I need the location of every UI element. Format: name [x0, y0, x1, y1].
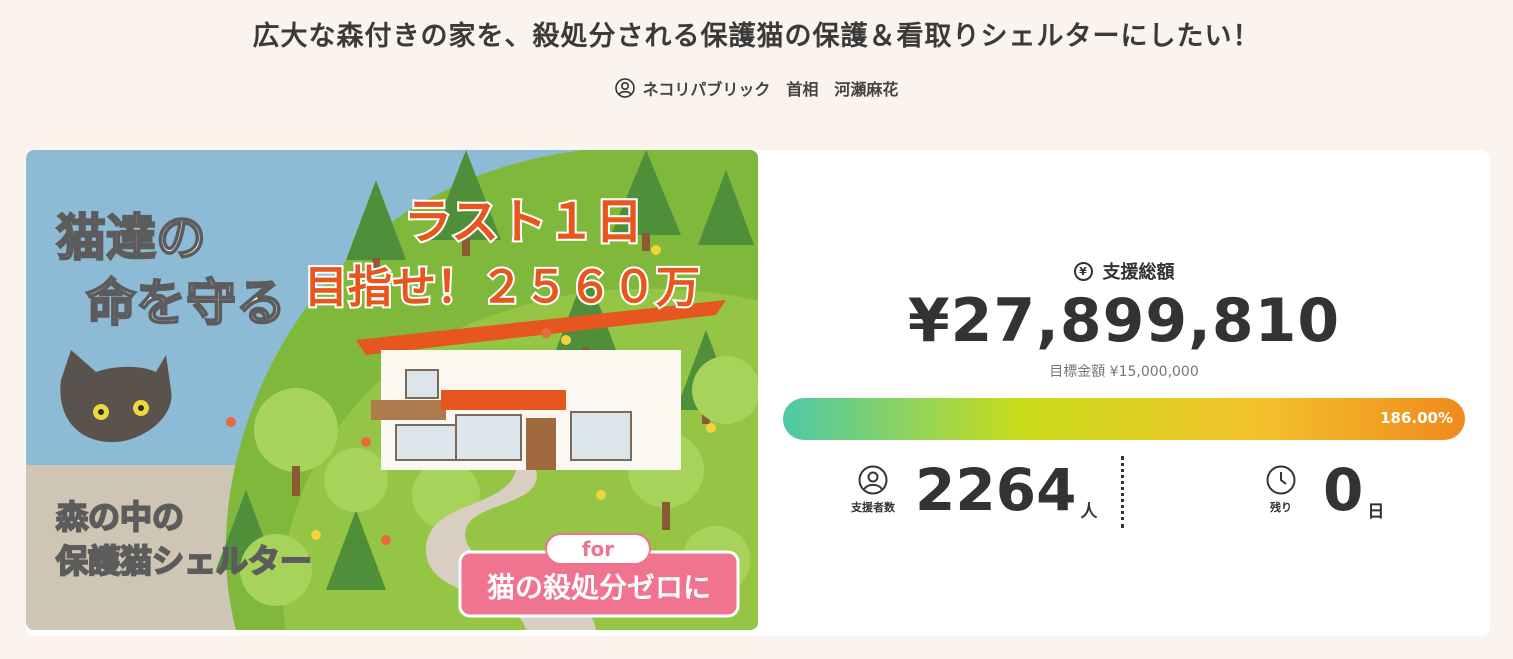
- hero-for-label: for: [582, 537, 614, 561]
- clock-icon: [1266, 465, 1296, 495]
- progress-percent: 186.00%: [1380, 409, 1453, 427]
- user-circle-icon: [858, 465, 888, 495]
- hero-subtitle-2: 保護猫シェルター: [56, 542, 312, 580]
- hero-headline-2: 命を守る: [86, 274, 286, 332]
- progress-bar: 186.00%: [783, 398, 1465, 440]
- yen-icon: ¥: [1073, 261, 1093, 281]
- backers-count: 2264: [915, 456, 1077, 524]
- backers-unit: 人: [1080, 502, 1098, 522]
- total-amount: ¥27,899,810: [907, 286, 1341, 356]
- remaining-metric: 残り 0 日: [1253, 450, 1384, 530]
- hero-target: 目指せ！２５６０万: [304, 262, 700, 313]
- hero-badge-text: 猫の殺処分ゼロに: [487, 571, 711, 604]
- project-owner[interactable]: ネコリパブリック 首相 河瀬麻花: [0, 76, 1513, 100]
- remaining-count: 0: [1323, 456, 1364, 524]
- backers-caption: 支援者数: [851, 501, 895, 514]
- owner-name[interactable]: ネコリパブリック 首相 河瀬麻花: [643, 76, 899, 100]
- hero-last-days: ラスト１日: [404, 194, 643, 250]
- remaining-unit: 日: [1367, 502, 1385, 522]
- remaining-caption: 残り: [1270, 501, 1292, 514]
- hero-image: 猫達の 命を守る ラスト１日 目指せ！２５６０万 森の中の 保護猫シェルター f…: [26, 150, 758, 630]
- project-title: 広大な森付きの家を、殺処分される保護猫の保護＆看取りシェルターにしたい！: [252, 21, 1261, 52]
- goal-amount: 目標金額 ¥15,000,000: [1049, 364, 1199, 380]
- metrics-divider: [1121, 456, 1124, 528]
- funding-stats: ¥ 支援総額 ¥27,899,810 目標金額 ¥15,000,000 186.…: [783, 150, 1465, 636]
- project-card: 猫達の 命を守る ラスト１日 目指せ！２５６０万 森の中の 保護猫シェルター f…: [26, 150, 1490, 636]
- total-label: 支援総額: [1102, 262, 1175, 283]
- user-icon: [614, 78, 635, 98]
- hero-headline-1: 猫達の: [56, 209, 206, 267]
- total-label-row: ¥ 支援総額: [783, 258, 1465, 284]
- backers-metric: 支援者数 2264 人: [845, 450, 1097, 530]
- hero-illustration: 猫達の 命を守る ラスト１日 目指せ！２５６０万 森の中の 保護猫シェルター f…: [26, 150, 758, 630]
- hero-subtitle-1: 森の中の: [56, 498, 184, 536]
